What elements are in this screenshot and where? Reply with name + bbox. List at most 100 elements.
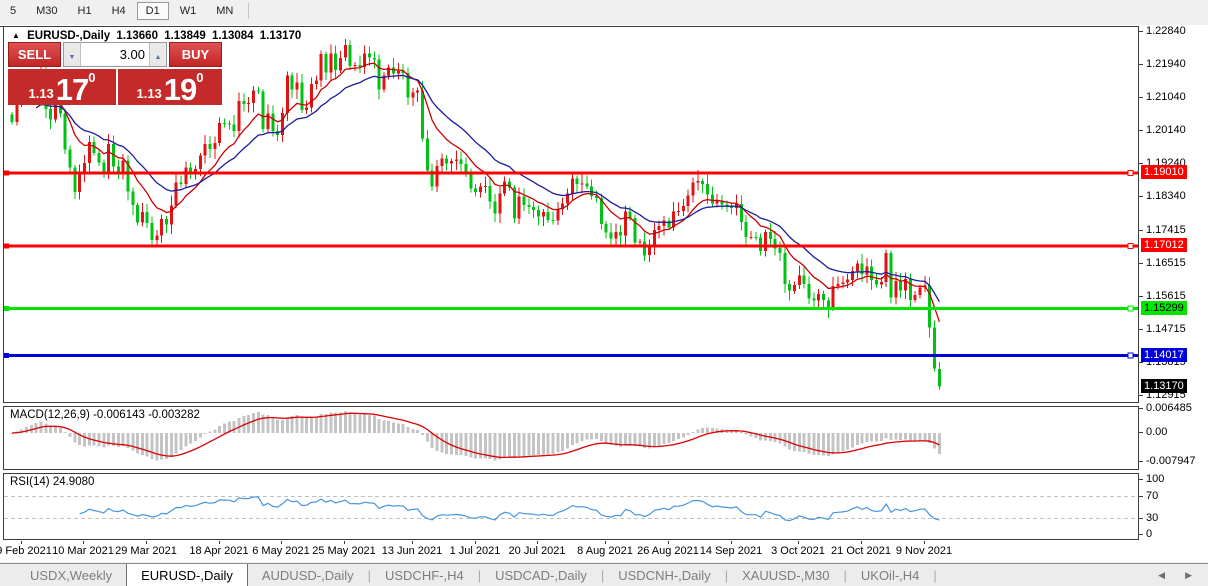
buy-button[interactable]: BUY: [169, 42, 222, 67]
tab-usdx-weekly[interactable]: USDX,Weekly: [16, 564, 126, 586]
chart-title: ▲ EURUSD-,Daily 1.13660 1.13849 1.13084 …: [12, 30, 304, 42]
date-axis-label: 6 May 2021: [252, 545, 309, 557]
date-axis-label: 1 Jul 2021: [450, 545, 501, 557]
price-axis-label: 1.20140: [1146, 124, 1186, 137]
date-axis-tick: [731, 541, 732, 544]
horizontal-level-line[interactable]: [4, 170, 1138, 175]
price-axis-tick: [1139, 64, 1143, 65]
date-axis-label: 26 Aug 2021: [637, 545, 699, 557]
buy-price-display[interactable]: 1.13190: [118, 69, 222, 105]
rsi-axis-tick: [1139, 479, 1143, 480]
tab-eurusd-daily[interactable]: EURUSD-,Daily: [126, 564, 248, 586]
horizontal-level-line[interactable]: [4, 353, 1138, 358]
price-axis[interactable]: 1.228401.219401.210401.201401.192401.183…: [1139, 26, 1208, 541]
ohlc-high: 1.13849: [164, 30, 206, 42]
tab-audusd-daily[interactable]: AUDUSD-,Daily: [248, 564, 368, 586]
date-axis-tick: [146, 541, 147, 544]
price-axis-tick: [1139, 329, 1143, 330]
macd-axis-tick: [1139, 408, 1143, 409]
timeframe-button-mn[interactable]: MN: [207, 2, 242, 20]
timeframe-toolbar: 5M30H1H4D1W1MN: [0, 0, 1208, 22]
date-axis-tick: [605, 541, 606, 544]
sell-price-prefix: 1.13: [28, 86, 53, 101]
macd-axis-tick: [1139, 461, 1143, 462]
chart-tabs-bar: USDX,WeeklyEURUSD-,DailyAUDUSD-,Daily|US…: [0, 563, 1208, 586]
horizontal-level-line[interactable]: [4, 244, 1138, 249]
tab-usdchf-h4[interactable]: USDCHF-,H4: [371, 564, 478, 586]
price-axis-tick: [1139, 362, 1143, 363]
date-axis-tick: [798, 541, 799, 544]
buy-price-prefix: 1.13: [136, 86, 161, 101]
date-axis-label: 13 Jun 2021: [382, 545, 443, 557]
timeframe-button-w1[interactable]: W1: [171, 2, 206, 20]
date-axis-label: 14 Sep 2021: [700, 545, 762, 557]
timeframe-button-h4[interactable]: H4: [103, 2, 135, 20]
timeframe-button-m30[interactable]: M30: [27, 2, 66, 20]
date-axis-label: 25 May 2021: [312, 545, 376, 557]
price-axis-tick: [1139, 97, 1143, 98]
buy-price-pips: 19: [164, 75, 196, 105]
tab-scroll-left-icon[interactable]: ◀: [1158, 570, 1165, 581]
volume-input[interactable]: [81, 43, 149, 66]
volume-increase-button[interactable]: ▲: [149, 43, 166, 66]
date-axis-label: 21 Oct 2021: [831, 545, 891, 557]
price-axis-label: 1.16515: [1146, 257, 1186, 270]
macd-header: MACD(12,26,9) -0.006143 -0.003282: [10, 409, 200, 421]
timeframe-button-d1[interactable]: D1: [137, 2, 169, 20]
price-level-label: 1.15299: [1141, 301, 1187, 315]
date-axis-label: 19 Feb 2021: [0, 545, 52, 557]
date-axis-label: 20 Jul 2021: [509, 545, 566, 557]
price-axis-tick: [1139, 163, 1143, 164]
tab-scroll-right-icon[interactable]: ▶: [1185, 570, 1192, 581]
tab-xauusd-m30[interactable]: XAUUSD-,M30: [728, 564, 843, 586]
date-axis-tick: [668, 541, 669, 544]
horizontal-level-line[interactable]: [4, 306, 1138, 311]
price-axis-tick: [1139, 196, 1143, 197]
rsi-axis-label: 30: [1146, 512, 1158, 525]
macd-axis-label: 0.00: [1146, 426, 1167, 439]
price-axis-tick: [1139, 296, 1143, 297]
price-axis-tick: [1139, 31, 1143, 32]
price-axis-label: 1.18340: [1146, 190, 1186, 203]
price-level-label: 1.17012: [1141, 238, 1187, 252]
rsi-header: RSI(14) 24.9080: [10, 476, 94, 488]
rsi-axis-tick: [1139, 496, 1143, 497]
timeframe-button-h1[interactable]: H1: [69, 2, 101, 20]
price-axis-tick: [1139, 130, 1143, 131]
sell-price-pips: 17: [56, 75, 88, 105]
price-chart-panel[interactable]: ▲ EURUSD-,Daily 1.13660 1.13849 1.13084 …: [3, 26, 1139, 403]
date-axis-tick: [861, 541, 862, 544]
arrow-up-icon: ▲: [155, 54, 162, 61]
current-price-label: 1.13170: [1141, 379, 1187, 393]
one-click-trading-widget: SELL ▼ ▲ BUY 1.13170 1.13190: [8, 42, 222, 105]
price-axis-tick: [1139, 263, 1143, 264]
date-axis-tick: [344, 541, 345, 544]
price-axis-tick: [1139, 395, 1143, 396]
date-axis[interactable]: 19 Feb 202110 Mar 202129 Mar 202118 Apr …: [3, 541, 1139, 562]
tab-usdcnh-daily[interactable]: USDCNH-,Daily: [604, 564, 724, 586]
date-axis-label: 3 Oct 2021: [771, 545, 825, 557]
collapse-triangle-icon[interactable]: ▲: [12, 31, 20, 40]
price-level-label: 1.14017: [1141, 348, 1187, 362]
price-axis-label: 1.17415: [1146, 224, 1186, 237]
timeframe-button-5[interactable]: 5: [1, 2, 25, 20]
date-axis-tick: [83, 541, 84, 544]
rsi-line: [80, 497, 940, 521]
rsi-indicator-panel[interactable]: RSI(14) 24.9080: [3, 473, 1139, 540]
price-axis-label: 1.22840: [1146, 25, 1186, 38]
rsi-axis-label: 70: [1146, 490, 1158, 503]
price-axis-label: 1.21940: [1146, 58, 1186, 71]
tab-usdcad-daily[interactable]: USDCAD-,Daily: [481, 564, 601, 586]
volume-decrease-button[interactable]: ▼: [64, 43, 81, 66]
chart-symbol-label: EURUSD-,Daily: [27, 30, 110, 42]
macd-indicator-panel[interactable]: MACD(12,26,9) -0.006143 -0.003282: [3, 406, 1139, 470]
rsi-axis-label: 100: [1146, 473, 1164, 486]
date-axis-tick: [412, 541, 413, 544]
sell-button[interactable]: SELL: [8, 42, 61, 67]
trading-terminal-window: 5M30H1H4D1W1MN ▲ EURUSD-,Daily 1.13660 1…: [0, 0, 1208, 586]
date-axis-label: 29 Mar 2021: [115, 545, 177, 557]
sell-price-display[interactable]: 1.13170: [8, 69, 116, 105]
tab-ukoil-h4[interactable]: UKOil-,H4: [847, 564, 934, 586]
arrow-down-icon: ▼: [69, 54, 76, 61]
toolbar-separator: [248, 3, 249, 19]
